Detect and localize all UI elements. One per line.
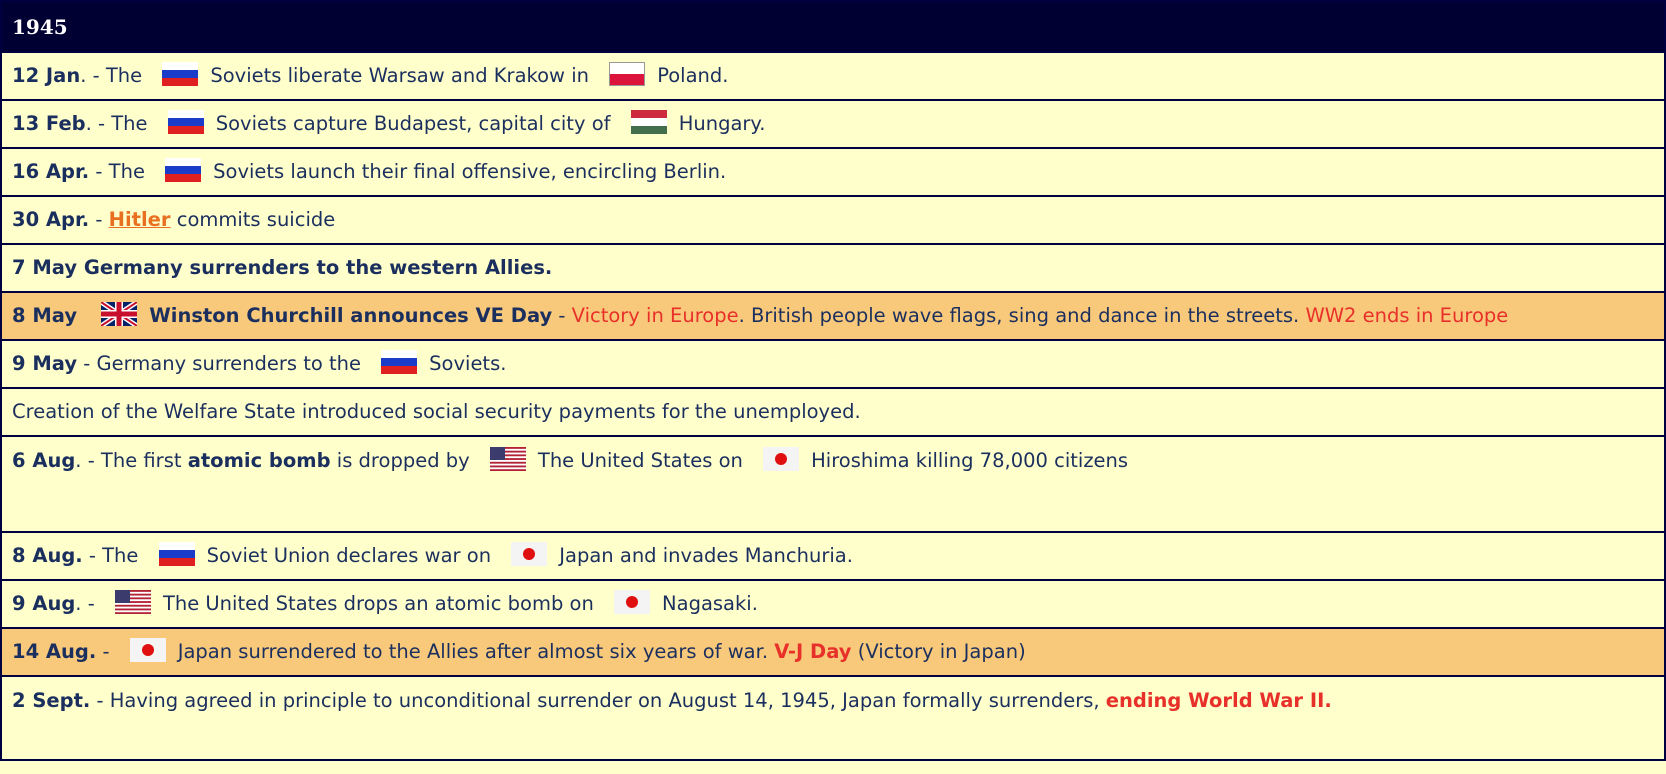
event-date: 16 Apr. bbox=[12, 160, 90, 183]
year-header: 1945 bbox=[0, 0, 1666, 53]
japan-flag-icon bbox=[511, 542, 547, 566]
japan-flag-icon bbox=[614, 590, 650, 614]
timeline-table: 1945 12 Jan. - The Soviets liberate Wars… bbox=[0, 0, 1666, 761]
timeline-row-highlight: 8 May Winston Churchill announces VE Day… bbox=[0, 291, 1666, 341]
timeline-row: 6 Aug. - The first atomic bomb is droppe… bbox=[0, 435, 1666, 533]
event-date: 8 May bbox=[12, 304, 78, 327]
poland-flag-icon bbox=[609, 62, 645, 86]
soviet-flag-icon bbox=[159, 542, 195, 566]
timeline-row: 16 Apr. - The Soviets launch their final… bbox=[0, 147, 1666, 197]
usa-flag-icon bbox=[115, 590, 151, 614]
soviet-flag-icon bbox=[168, 110, 204, 134]
event-date: 6 Aug bbox=[12, 449, 76, 472]
timeline-row: 9 Aug. - The United States drops an atom… bbox=[0, 579, 1666, 629]
timeline-row: 7 May Germany surrenders to the western … bbox=[0, 243, 1666, 293]
timeline-row: Creation of the Welfare State introduced… bbox=[0, 387, 1666, 437]
event-date: 2 Sept. bbox=[12, 689, 91, 712]
usa-flag-icon bbox=[490, 447, 526, 471]
timeline-row: 30 Apr. - Hitler commits suicide bbox=[0, 195, 1666, 245]
uk-flag-icon bbox=[101, 302, 137, 326]
hungary-flag-icon bbox=[631, 110, 667, 134]
year-header-row: 1945 bbox=[0, 0, 1666, 53]
timeline-row: 2 Sept. - Having agreed in principle to … bbox=[0, 675, 1666, 761]
soviet-flag-icon bbox=[165, 158, 201, 182]
event-date: 14 Aug. bbox=[12, 640, 97, 663]
soviet-flag-icon bbox=[381, 350, 417, 374]
timeline-row: 8 Aug. - The Soviet Union declares war o… bbox=[0, 531, 1666, 581]
japan-flag-icon bbox=[130, 638, 166, 662]
event-date: 9 May bbox=[12, 352, 78, 375]
timeline-row: 9 May - Germany surrenders to the Soviet… bbox=[0, 339, 1666, 389]
event-date: 30 Apr. bbox=[12, 208, 90, 231]
event-text: Creation of the Welfare State introduced… bbox=[12, 400, 861, 423]
event-text: 7 May Germany surrenders to the western … bbox=[12, 256, 553, 279]
event-date: 13 Feb bbox=[12, 112, 86, 135]
event-date: 12 Jan bbox=[12, 64, 81, 87]
soviet-flag-icon bbox=[162, 62, 198, 86]
event-date: 8 Aug. bbox=[12, 544, 83, 567]
hitler-link[interactable]: Hitler bbox=[109, 208, 171, 231]
timeline-row: 13 Feb. - The Soviets capture Budapest, … bbox=[0, 99, 1666, 149]
event-date: 9 Aug bbox=[12, 592, 76, 615]
japan-flag-icon bbox=[763, 447, 799, 471]
timeline-row-highlight: 14 Aug. - Japan surrendered to the Allie… bbox=[0, 627, 1666, 677]
timeline-row: 12 Jan. - The Soviets liberate Warsaw an… bbox=[0, 51, 1666, 101]
